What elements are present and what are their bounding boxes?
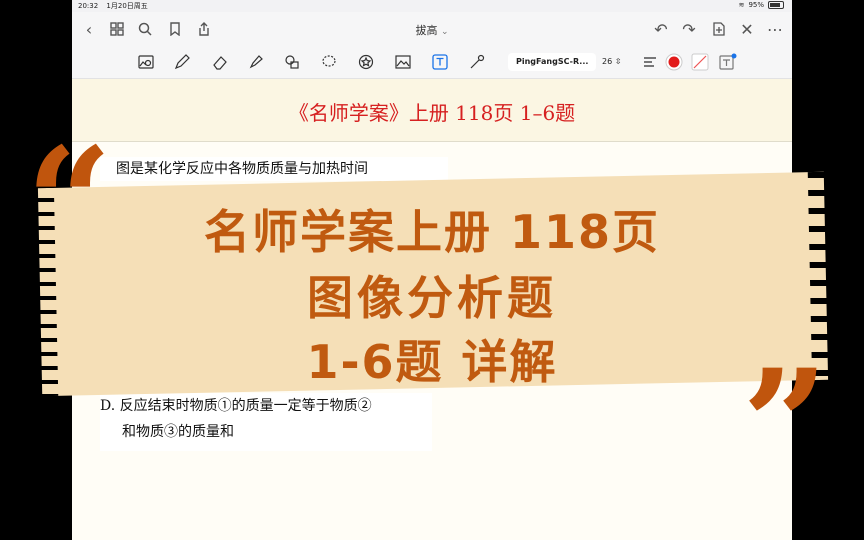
nav-bar: ‹ 拔高 ⌄ ↶ ↷ ✕ ⋯: [72, 12, 792, 47]
scanned-question-text: 图是某化学反应中各物质质量与加热时间: [100, 157, 448, 181]
status-time: 20:32: [78, 2, 99, 10]
open-quote-icon: “: [26, 115, 113, 291]
cover-title-line2: 图像分析题: [307, 271, 557, 325]
page-header-text: 《名师学案》上册 118页 1–6题: [288, 101, 576, 125]
text-align-icon[interactable]: [640, 52, 660, 72]
stepper-arrows-icon: ⇳: [614, 57, 622, 66]
text-box-style-icon[interactable]: [718, 52, 738, 72]
text-color-swatch[interactable]: [664, 52, 684, 72]
close-icon[interactable]: ✕: [736, 18, 758, 40]
close-quote-icon: ”: [742, 337, 829, 513]
shapes-icon[interactable]: [282, 52, 302, 72]
chevron-down-icon: ⌄: [440, 27, 449, 37]
answer-option-d: D. 反应结束时物质①的质量一定等于物质②: [100, 398, 372, 414]
lasso-icon[interactable]: [319, 52, 339, 72]
sticker-icon[interactable]: [356, 52, 376, 72]
highlighter-icon[interactable]: [246, 52, 266, 72]
status-bar: 20:32 1月20日周五 ≋ 95%: [72, 0, 792, 12]
laser-pointer-icon[interactable]: [467, 52, 487, 72]
page-header-band: 《名师学案》上册 118页 1–6题: [72, 79, 792, 142]
status-date: 1月20日周五: [106, 2, 148, 10]
scanned-answer-block: D. 反应结束时物质①的质量一定等于物质② 和物质③的质量和: [100, 393, 432, 451]
more-icon[interactable]: ⋯: [764, 18, 786, 40]
cover-title-line1: 名师学案上册 118页: [203, 205, 661, 259]
no-fill-icon[interactable]: [690, 52, 710, 72]
tool-bar: PingFangSC-R... 26 ⇳: [72, 46, 792, 79]
image-icon[interactable]: [393, 52, 413, 72]
wifi-icon: ≋: [738, 1, 745, 9]
text-tool-icon[interactable]: [430, 52, 450, 72]
add-page-icon[interactable]: [708, 18, 730, 40]
pen-icon[interactable]: [172, 52, 192, 72]
undo-icon[interactable]: ↶: [650, 18, 672, 40]
image-scan-icon[interactable]: [136, 52, 156, 72]
font-size-stepper[interactable]: 26 ⇳: [602, 53, 621, 71]
redo-icon[interactable]: ↷: [678, 18, 700, 40]
font-family-selector[interactable]: PingFangSC-R...: [508, 53, 597, 71]
cover-title-line3: 1-6题 详解: [306, 335, 558, 389]
answer-option-d-continued: 和物质③的质量和: [122, 424, 234, 440]
battery-icon: [768, 1, 784, 9]
battery-percent: 95%: [748, 1, 764, 9]
eraser-icon[interactable]: [210, 52, 230, 72]
